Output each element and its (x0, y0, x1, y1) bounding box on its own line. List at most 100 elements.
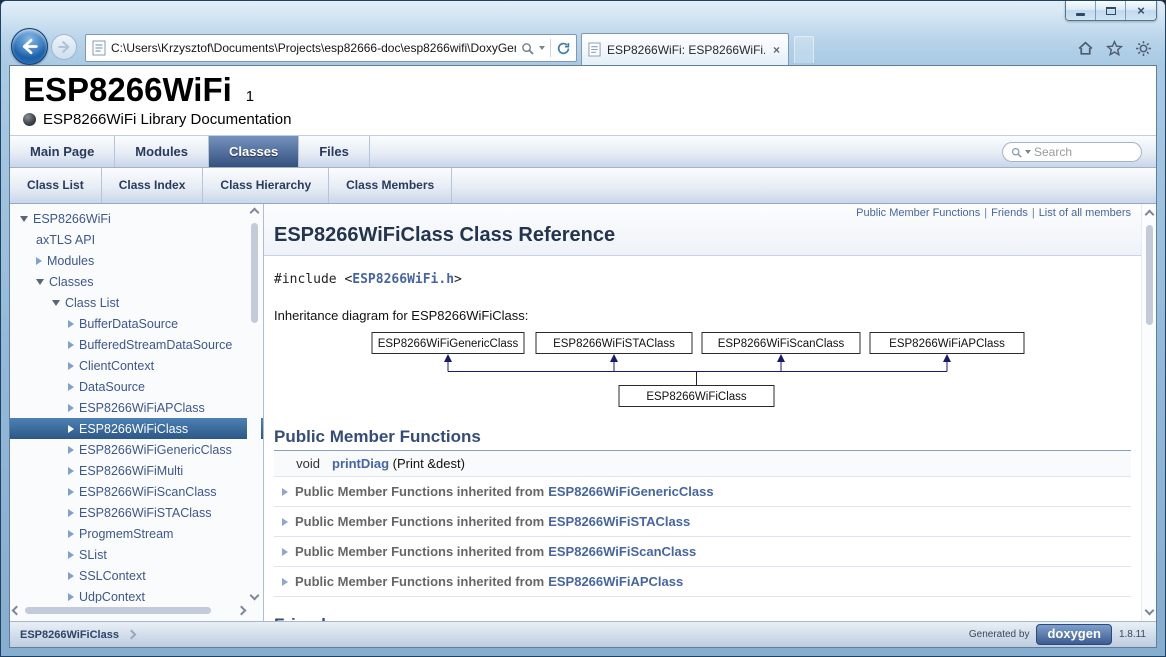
sidebar-horizontal-scrollbar[interactable] (13, 603, 245, 618)
chevron-right-icon[interactable] (68, 404, 74, 412)
sidebar-item[interactable]: ESP8266WiFi (10, 208, 263, 229)
chevron-right-icon[interactable] (36, 257, 42, 265)
scroll-up-icon[interactable] (1144, 210, 1154, 220)
chevron-right-icon[interactable] (68, 425, 74, 433)
scroll-right-icon[interactable] (237, 606, 247, 616)
search-dropdown-caret-icon[interactable] (539, 46, 545, 50)
tab-close-icon[interactable]: × (771, 43, 782, 57)
tab-classes[interactable]: Classes (209, 136, 299, 167)
maximize-button[interactable] (1096, 1, 1126, 20)
chevron-right-icon[interactable] (68, 383, 74, 391)
address-divider (550, 39, 551, 57)
tab-main-page[interactable]: Main Page (10, 136, 115, 167)
sidebar-item[interactable]: BufferDataSource (10, 313, 263, 334)
diagram-parent-node[interactable]: ESP8266WiFiGenericClass (378, 338, 519, 350)
favorites-star-icon[interactable] (1106, 40, 1123, 57)
doc-search-box[interactable] (1002, 142, 1142, 162)
include-file-link[interactable]: ESP8266WiFi.h (352, 272, 454, 287)
scroll-down-icon[interactable] (249, 591, 259, 601)
tab-class-list[interactable]: Class List (10, 168, 102, 203)
chevron-right-icon[interactable] (68, 446, 74, 454)
breadcrumb[interactable]: ESP8266WiFiClass (20, 629, 135, 641)
chevron-right-icon[interactable] (68, 572, 74, 580)
scroll-up-icon[interactable] (249, 208, 259, 218)
settings-gear-icon[interactable] (1135, 40, 1152, 57)
sidebar-vertical-scrollbar[interactable] (247, 209, 261, 599)
tab-modules[interactable]: Modules (115, 136, 209, 167)
sidebar-item[interactable]: ProgmemStream (10, 523, 263, 544)
search-options-caret-icon[interactable] (1025, 150, 1031, 154)
chevron-right-icon[interactable] (68, 362, 74, 370)
home-icon[interactable] (1077, 40, 1094, 57)
minimize-button[interactable] (1066, 1, 1096, 20)
url-text[interactable]: C:\Users\Krzysztof\Documents\Projects\es… (111, 41, 516, 55)
chevron-right-icon[interactable] (68, 467, 74, 475)
forward-button[interactable] (51, 34, 77, 60)
scroll-left-icon[interactable] (12, 606, 22, 616)
chevron-right-icon[interactable] (282, 578, 288, 586)
inherited-class-link[interactable]: ESP8266WiFiAPClass (548, 574, 683, 589)
search-icon[interactable] (521, 42, 534, 55)
scrollbar-thumb[interactable] (1146, 225, 1153, 325)
chevron-down-icon[interactable] (36, 279, 44, 285)
sidebar-item[interactable]: Modules (10, 250, 263, 271)
diagram-parent-node[interactable]: ESP8266WiFiScanClass (718, 338, 845, 350)
summary-link-friends[interactable]: Friends (991, 207, 1028, 219)
sidebar-item[interactable]: ESP8266WiFiAPClass (10, 397, 263, 418)
sidebar-item[interactable]: SList (10, 544, 263, 565)
inherited-members-row[interactable]: Public Member Functions inherited fromES… (274, 567, 1131, 597)
browser-tab[interactable]: ESP8266WiFi: ESP8266WiFi... × (581, 33, 789, 65)
scrollbar-thumb[interactable] (251, 223, 258, 323)
sidebar-item[interactable]: ESP8266WiFiSTAClass (10, 502, 263, 523)
sidebar-item[interactable]: axTLS API (10, 229, 263, 250)
scroll-down-icon[interactable] (1144, 606, 1154, 616)
chevron-right-icon[interactable] (282, 548, 288, 556)
chevron-right-icon[interactable] (282, 488, 288, 496)
close-button[interactable]: × (1126, 1, 1156, 20)
content-vertical-scrollbar[interactable] (1141, 204, 1156, 621)
diagram-parent-node[interactable]: ESP8266WiFiSTAClass (553, 338, 675, 350)
chevron-right-icon[interactable] (68, 551, 74, 559)
inherited-class-link[interactable]: ESP8266WiFiSTAClass (548, 514, 690, 529)
tab-files[interactable]: Files (299, 136, 370, 167)
inherited-members-row[interactable]: Public Member Functions inherited fromES… (274, 537, 1131, 567)
chevron-right-icon[interactable] (68, 530, 74, 538)
tab-class-hierarchy[interactable]: Class Hierarchy (203, 168, 329, 203)
summary-link-public-members[interactable]: Public Member Functions (856, 207, 980, 219)
sidebar-item-selected[interactable]: ESP8266WiFiClass (10, 418, 263, 439)
chevron-right-icon[interactable] (68, 509, 74, 517)
chevron-right-icon[interactable] (68, 320, 74, 328)
summary-link-all-members[interactable]: List of all members (1039, 207, 1131, 219)
tab-title[interactable]: ESP8266WiFi: ESP8266WiFi... (607, 43, 765, 57)
sidebar-item[interactable]: ESP8266WiFiGenericClass (10, 439, 263, 460)
address-bar[interactable]: C:\Users\Krzysztof\Documents\Projects\es… (85, 34, 577, 62)
sidebar-item[interactable]: BufferedStreamDataSource (10, 334, 263, 355)
back-button[interactable] (11, 28, 48, 65)
member-name-link[interactable]: printDiag (332, 456, 389, 471)
chevron-down-icon[interactable] (20, 216, 28, 222)
tab-class-index[interactable]: Class Index (102, 168, 204, 203)
sidebar-item[interactable]: DataSource (10, 376, 263, 397)
inherited-members-row[interactable]: Public Member Functions inherited fromES… (274, 477, 1131, 507)
sidebar-item[interactable]: SSLContext (10, 565, 263, 586)
refresh-icon[interactable] (556, 41, 571, 56)
sidebar-item[interactable]: Class List (10, 292, 263, 313)
sidebar-item[interactable]: ClientContext (10, 355, 263, 376)
chevron-right-icon[interactable] (68, 593, 74, 601)
sidebar-item[interactable]: Classes (10, 271, 263, 292)
diagram-parent-node[interactable]: ESP8266WiFiAPClass (889, 338, 1005, 350)
inherited-class-link[interactable]: ESP8266WiFiScanClass (548, 544, 696, 559)
chevron-down-icon[interactable] (52, 300, 60, 306)
new-tab-stub[interactable] (794, 36, 814, 63)
chevron-right-icon[interactable] (68, 488, 74, 496)
doxygen-logo[interactable]: doxygen (1036, 624, 1111, 645)
sidebar-item[interactable]: ESP8266WiFiScanClass (10, 481, 263, 502)
inherited-members-row[interactable]: Public Member Functions inherited fromES… (274, 507, 1131, 537)
tab-class-members[interactable]: Class Members (329, 168, 452, 203)
chevron-right-icon[interactable] (68, 341, 74, 349)
inherited-class-link[interactable]: ESP8266WiFiGenericClass (548, 484, 713, 499)
sidebar-item[interactable]: ESP8266WiFiMulti (10, 460, 263, 481)
scrollbar-thumb[interactable] (25, 607, 211, 614)
chevron-right-icon[interactable] (282, 518, 288, 526)
search-input[interactable] (1034, 145, 1133, 159)
